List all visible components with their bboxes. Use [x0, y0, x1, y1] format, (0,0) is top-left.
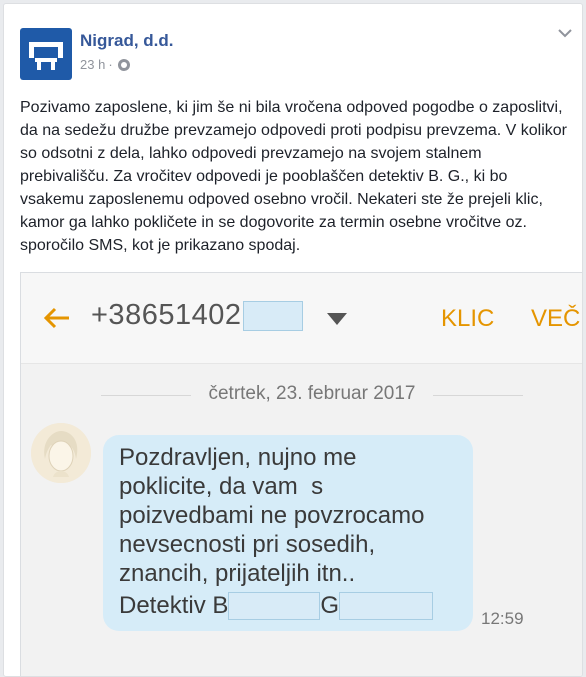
page-logo[interactable]: [20, 28, 72, 80]
message-date: četrtek, 23. februar 2017: [208, 383, 416, 404]
message-signature: Detektiv B G: [119, 592, 434, 620]
signature-redaction-first: [228, 592, 321, 620]
phone-number: +38651402: [91, 299, 304, 332]
contact-avatar[interactable]: [31, 423, 91, 483]
phone-prefix: +38651402: [91, 299, 242, 331]
chevron-down-icon[interactable]: [556, 26, 574, 40]
signature-mid: G: [320, 592, 340, 619]
back-arrow-icon[interactable]: [41, 303, 71, 333]
facebook-post-card: Nigrad, d.d. 23 h · Pozivamo zaposlene, …: [3, 3, 583, 677]
more-button[interactable]: VEČ: [531, 305, 580, 333]
divider-line-left: [101, 395, 191, 396]
message-time: 12:59: [481, 609, 524, 628]
post-timestamp[interactable]: 23 h: [80, 57, 105, 72]
message-text: Pozdravljen, nujno me poklicite, da vam …: [119, 444, 425, 587]
message-bubble[interactable]: Pozdravljen, nujno me poklicite, da vam …: [103, 435, 473, 631]
avatar-face-icon: [31, 423, 91, 483]
globe-icon: [117, 58, 130, 71]
signature-prefix: Detektiv B: [119, 592, 229, 619]
post-meta: 23 h ·: [80, 57, 130, 72]
date-divider: četrtek, 23. februar 2017: [21, 383, 582, 407]
sms-screenshot: +38651402 KLIC VEČ četrtek, 23. februar …: [20, 272, 582, 676]
post-body-text: Pozivamo zaposlene, ki jim še ni bila vr…: [20, 99, 567, 254]
meta-separator: ·: [108, 57, 113, 72]
caret-down-icon[interactable]: [327, 313, 347, 325]
phone-redaction: [243, 301, 304, 332]
page-name-link[interactable]: Nigrad, d.d.: [80, 31, 174, 51]
company-logo-icon: [29, 42, 63, 70]
sms-header: +38651402 KLIC VEČ: [21, 273, 582, 364]
signature-redaction-last: [339, 592, 434, 620]
divider-line-right: [433, 395, 523, 396]
call-button[interactable]: KLIC: [441, 305, 494, 333]
